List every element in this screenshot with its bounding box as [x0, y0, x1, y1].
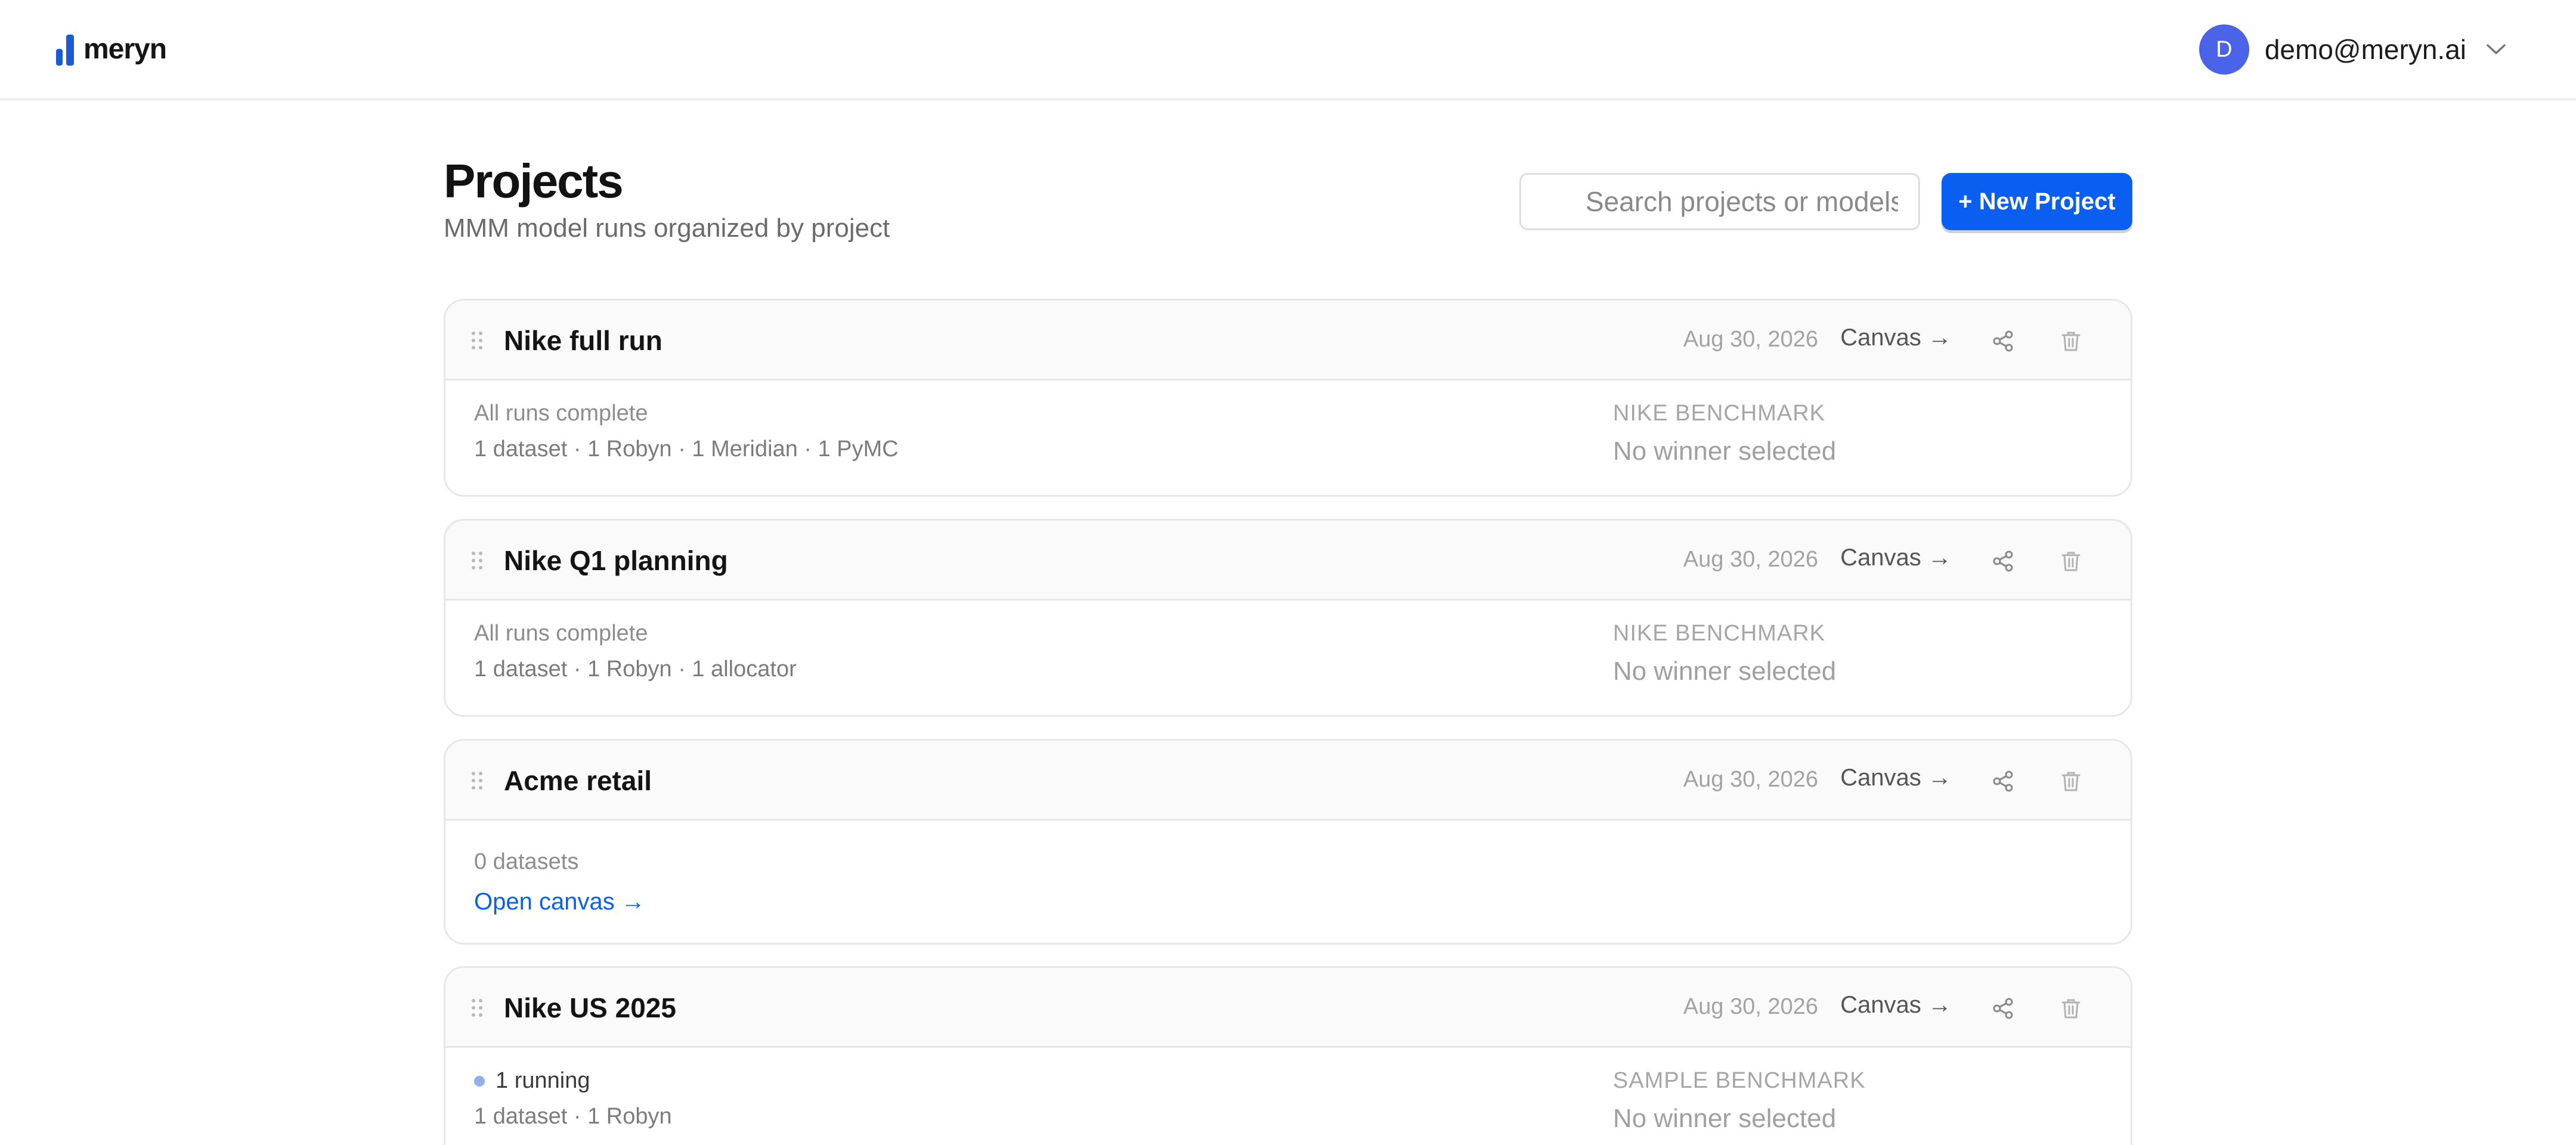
- run-status: 0 datasets: [474, 849, 578, 875]
- run-status: All runs complete: [474, 621, 648, 646]
- top-bar: meryn D demo@meryn.ai: [0, 0, 2576, 100]
- project-date: Aug 30, 2026: [1683, 994, 1818, 1019]
- project-card-body: 0 datasets Open canvas →: [445, 821, 2131, 934]
- project-card[interactable]: Acme retail Aug 30, 2026 Canvas → 0 data…: [444, 739, 2132, 945]
- benchmark-label: SAMPLE BENCHMARK: [1613, 1068, 1866, 1093]
- drag-handle-icon[interactable]: [470, 998, 484, 1018]
- share-icon[interactable]: [1987, 326, 2018, 357]
- project-meta: 1 dataset · 1 Robyn · 1 Meridian · 1 PyM…: [474, 437, 899, 462]
- winner-status: No winner selected: [1613, 657, 1837, 686]
- avatar: D: [2199, 24, 2249, 75]
- project-name[interactable]: Acme retail: [504, 765, 652, 797]
- status-dot-icon: [474, 1075, 485, 1087]
- page-title: Projects: [444, 154, 624, 208]
- project-card-header: Nike Q1 planning Aug 30, 2026 Canvas →: [445, 521, 2131, 601]
- canvas-link[interactable]: Canvas →: [1840, 765, 1952, 791]
- winner-status: No winner selected: [1613, 437, 1837, 466]
- search-input[interactable]: [1519, 173, 1920, 230]
- trash-icon[interactable]: [2055, 546, 2086, 577]
- benchmark-label: NIKE BENCHMARK: [1613, 401, 1826, 426]
- project-card-header: Acme retail Aug 30, 2026 Canvas →: [445, 741, 2131, 821]
- share-icon[interactable]: [1987, 766, 2018, 797]
- winner-status: No winner selected: [1613, 1104, 1837, 1133]
- share-icon[interactable]: [1987, 546, 2018, 577]
- page-header: Projects MMM model runs organized by pro…: [444, 154, 2132, 249]
- trash-icon[interactable]: [2055, 326, 2086, 357]
- run-status-text: 1 running: [496, 1068, 590, 1093]
- benchmark-label: NIKE BENCHMARK: [1613, 621, 1826, 646]
- project-card-body: All runs complete 1 dataset · 1 Robyn · …: [445, 380, 2131, 494]
- share-icon[interactable]: [1987, 993, 2018, 1024]
- project-card[interactable]: Nike Q1 planning Aug 30, 2026 Canvas → A…: [444, 519, 2132, 717]
- new-project-button[interactable]: + New Project: [1942, 173, 2132, 230]
- logo-bars-icon: [56, 32, 75, 66]
- open-canvas-link[interactable]: Open canvas →: [474, 889, 645, 915]
- drag-handle-icon[interactable]: [470, 550, 484, 571]
- canvas-link[interactable]: Canvas →: [1840, 324, 1952, 351]
- chevron-down-icon[interactable]: [2484, 38, 2508, 61]
- run-status-text: All runs complete: [474, 621, 648, 646]
- trash-icon[interactable]: [2055, 993, 2086, 1024]
- project-meta: 1 dataset · 1 Robyn: [474, 1104, 672, 1129]
- run-status-text: All runs complete: [474, 401, 648, 426]
- project-card-body: All runs complete 1 dataset · 1 Robyn · …: [445, 601, 2131, 714]
- project-card-header: Nike full run Aug 30, 2026 Canvas →: [445, 301, 2131, 380]
- project-name[interactable]: Nike Q1 planning: [504, 544, 728, 577]
- user-email: demo@meryn.ai: [2264, 34, 2466, 65]
- project-date: Aug 30, 2026: [1683, 547, 1818, 572]
- run-status-text: 0 datasets: [474, 849, 579, 874]
- brand-name: meryn: [83, 33, 167, 65]
- project-name[interactable]: Nike US 2025: [504, 992, 676, 1024]
- project-date: Aug 30, 2026: [1683, 327, 1818, 352]
- user-menu[interactable]: D demo@meryn.ai: [2199, 24, 2508, 75]
- project-card-body: 1 running 1 dataset · 1 Robyn SAMPLE BEN…: [445, 1048, 2131, 1145]
- project-card-header: Nike US 2025 Aug 30, 2026 Canvas →: [445, 968, 2131, 1048]
- page-subtitle: MMM model runs organized by project: [444, 213, 890, 243]
- run-status: 1 running: [474, 1068, 590, 1094]
- trash-icon[interactable]: [2055, 766, 2086, 797]
- project-card[interactable]: Nike full run Aug 30, 2026 Canvas → All …: [444, 299, 2132, 497]
- drag-handle-icon[interactable]: [470, 330, 484, 351]
- run-status: All runs complete: [474, 401, 648, 426]
- project-card[interactable]: Nike US 2025 Aug 30, 2026 Canvas → 1 run…: [444, 966, 2132, 1145]
- canvas-link[interactable]: Canvas →: [1840, 992, 1952, 1019]
- drag-handle-icon[interactable]: [470, 770, 484, 791]
- canvas-link[interactable]: Canvas →: [1840, 544, 1952, 571]
- project-date: Aug 30, 2026: [1683, 767, 1818, 792]
- project-name[interactable]: Nike full run: [504, 324, 662, 357]
- project-meta: 1 dataset · 1 Robyn · 1 allocator: [474, 657, 797, 682]
- brand-logo[interactable]: meryn: [56, 32, 167, 66]
